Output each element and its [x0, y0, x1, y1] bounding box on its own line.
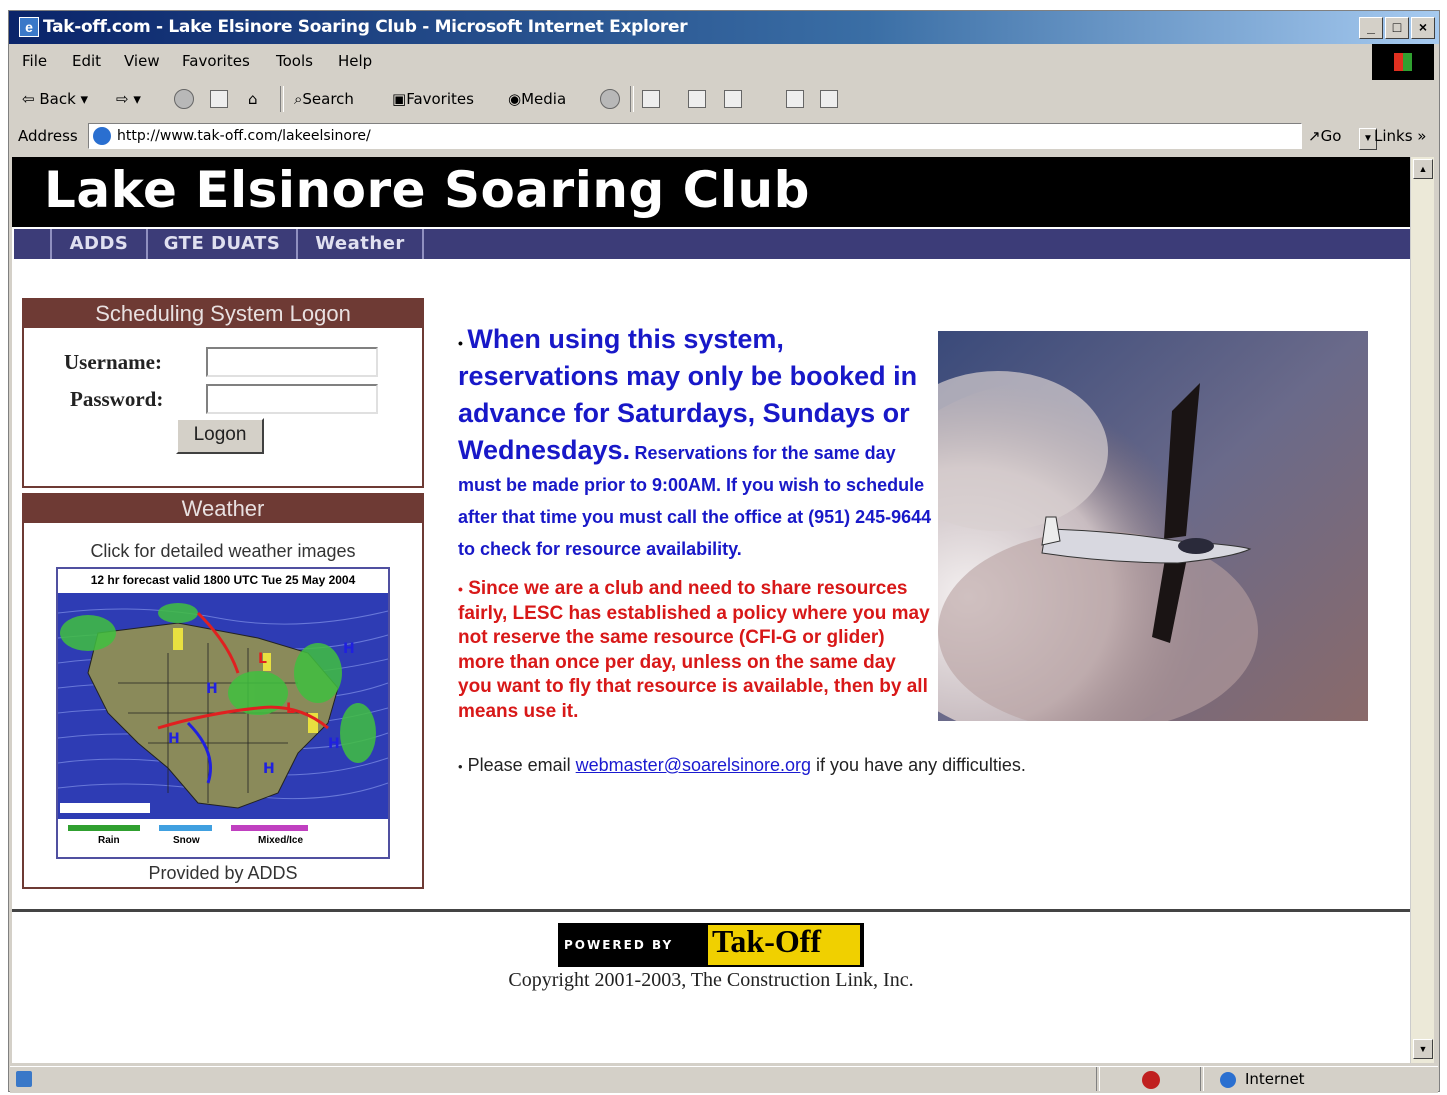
address-bar: Address http://www.tak-off.com/lakeelsin…	[12, 121, 1432, 153]
glider-photo	[938, 331, 1368, 721]
page-status-icon	[16, 1071, 32, 1087]
notice-schedule: • When using this system, reservations m…	[458, 323, 932, 567]
home-icon[interactable]: ⌂	[248, 90, 258, 108]
weather-map-image: H H H H H L L	[58, 593, 388, 819]
mail-icon[interactable]	[642, 90, 660, 108]
search-button[interactable]: ⌕Search	[294, 90, 354, 108]
weather-legend-rain: Rain	[98, 835, 120, 846]
svg-text:H: H	[206, 681, 218, 697]
messenger-icon[interactable]	[820, 90, 838, 108]
minimize-button[interactable]: _	[1359, 17, 1383, 39]
logon-heading: Scheduling System Logon	[24, 300, 422, 328]
page-icon	[93, 127, 111, 145]
webmaster-email-link[interactable]: webmaster@soarelsinore.org	[576, 755, 811, 775]
weather-legend-snow: Snow	[173, 835, 200, 846]
window-title: Tak-off.com - Lake Elsinore Soaring Club…	[43, 17, 688, 37]
page-viewport: Lake Elsinore Soaring Club ADDS GTE DUAT…	[12, 157, 1410, 1063]
site-banner: Lake Elsinore Soaring Club	[12, 157, 1410, 227]
username-label: Username:	[64, 350, 162, 374]
weather-map-title: 12 hr forecast valid 1800 UTC Tue 25 May…	[90, 573, 356, 587]
bullet: •	[458, 759, 463, 774]
media-icon: ◉	[508, 90, 522, 108]
address-input[interactable]: http://www.tak-off.com/lakeelsinore/ ▼	[88, 123, 1377, 150]
windows-logo-icon	[1372, 44, 1434, 80]
links-button[interactable]: Links »	[1374, 127, 1426, 145]
weather-panel: Weather Click for detailed weather image…	[22, 493, 424, 889]
privacy-icon[interactable]	[1142, 1071, 1160, 1089]
discuss-icon[interactable]	[786, 90, 804, 108]
address-url: http://www.tak-off.com/lakeelsinore/	[117, 128, 371, 144]
edit-icon[interactable]	[724, 90, 742, 108]
weather-legend-bar	[68, 825, 308, 831]
powered-by-label: POWERED BY	[564, 938, 674, 952]
svg-text:L: L	[258, 651, 267, 667]
weather-heading: Weather	[24, 495, 422, 523]
menu-edit[interactable]: Edit	[72, 52, 101, 70]
bullet: •	[458, 335, 463, 351]
logon-button[interactable]: Logon	[176, 418, 264, 454]
site-title: Lake Elsinore Soaring Club	[44, 161, 810, 219]
menu-help[interactable]: Help	[338, 52, 372, 70]
favorites-icon: ▣	[392, 90, 407, 108]
nav-adds[interactable]: ADDS	[50, 229, 146, 259]
nav-gte-duats[interactable]: GTE DUATS	[146, 229, 296, 259]
notice-policy-text: Since we are a club and need to share re…	[458, 578, 930, 722]
back-arrow-icon: ⇦	[22, 90, 35, 108]
powered-by-brand: Tak-Off	[712, 923, 822, 959]
svg-text:L: L	[286, 701, 295, 717]
svg-text:H: H	[168, 731, 180, 747]
powered-by-badge[interactable]: POWERED BY Tak-Off	[558, 923, 864, 967]
go-arrow-icon: ↗	[1308, 127, 1321, 145]
address-label: Address	[18, 127, 78, 145]
copyright: Copyright 2001-2003, The Construction Li…	[508, 969, 914, 991]
footer-divider	[12, 909, 1410, 912]
title-bar: e Tak-off.com - Lake Elsinore Soaring Cl…	[9, 11, 1439, 44]
back-button[interactable]: ⇦ Back ▾	[22, 90, 88, 108]
menu-file[interactable]: File	[22, 52, 47, 70]
weather-legend-mixed: Mixed/Ice	[258, 835, 304, 846]
weather-caption: Click for detailed weather images	[90, 541, 356, 561]
ie-app-icon: e	[19, 17, 39, 37]
internet-zone-icon	[1220, 1072, 1236, 1088]
password-input[interactable]	[206, 384, 378, 414]
password-label: Password:	[70, 387, 164, 411]
scroll-down-icon[interactable]: ▼	[1413, 1039, 1433, 1059]
weather-map-link[interactable]: 12 hr forecast valid 1800 UTC Tue 25 May…	[56, 567, 390, 859]
menu-tools[interactable]: Tools	[276, 52, 313, 70]
media-button[interactable]: ◉Media	[508, 90, 566, 108]
menu-favorites[interactable]: Favorites	[182, 52, 250, 70]
menu-bar: File Edit View Favorites Tools Help	[12, 47, 1362, 75]
stop-icon[interactable]	[174, 89, 194, 109]
notice-contact: • Please email webmaster@soarelsinore.or…	[458, 755, 1026, 775]
nav-weather[interactable]: Weather	[296, 229, 424, 259]
site-nav: ADDS GTE DUATS Weather	[14, 229, 1410, 259]
logon-panel: Scheduling System Logon Username: Passwo…	[22, 298, 424, 488]
svg-text:H: H	[328, 736, 340, 752]
toolbar: ⇦ Back ▾ ⇨ ▾ ⌂ ⌕Search ▣Favorites ◉Media	[12, 82, 1432, 118]
history-icon[interactable]	[600, 89, 620, 109]
svg-text:H: H	[343, 641, 355, 657]
refresh-icon[interactable]	[210, 90, 228, 108]
favorites-button[interactable]: ▣Favorites	[392, 90, 474, 108]
security-zone: Internet	[1245, 1070, 1305, 1088]
print-icon[interactable]	[688, 90, 706, 108]
weather-provider: Provided by ADDS	[148, 863, 298, 883]
close-button[interactable]: ×	[1411, 17, 1435, 39]
notice-policy: • Since we are a club and need to share …	[458, 577, 934, 724]
scroll-up-icon[interactable]: ▲	[1413, 159, 1433, 179]
forward-button[interactable]: ⇨ ▾	[116, 90, 141, 108]
menu-view[interactable]: View	[124, 52, 160, 70]
status-bar: Internet	[10, 1066, 1438, 1093]
username-input[interactable]	[206, 347, 378, 377]
go-button[interactable]: ↗Go	[1308, 127, 1341, 145]
vertical-scrollbar[interactable]: ▲ ▼	[1410, 157, 1434, 1063]
svg-text:H: H	[263, 761, 275, 777]
bullet: •	[458, 581, 463, 597]
maximize-button[interactable]: □	[1385, 17, 1409, 39]
